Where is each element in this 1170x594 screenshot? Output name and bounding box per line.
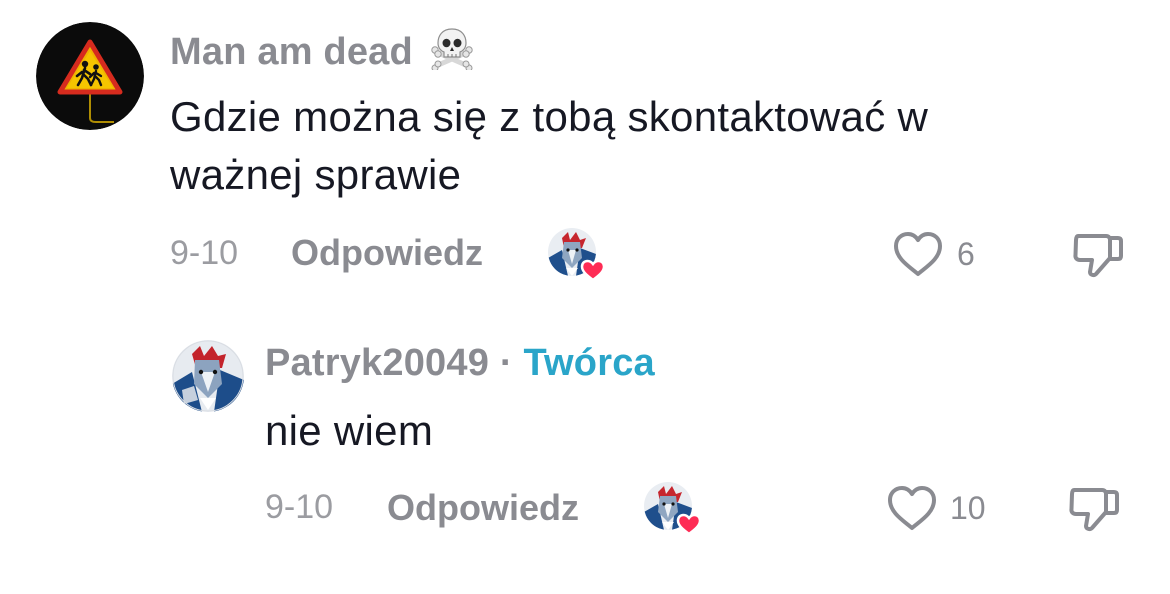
like-count: 10 [950,490,986,526]
heart-outline-icon[interactable] [892,230,944,278]
wolf-avatar-icon [644,482,702,536]
thumbs-down-icon[interactable] [1070,228,1126,280]
comment-text-line: ważnej sprawie [170,151,462,198]
creator-liked-badge [548,228,606,282]
comment-date: 9-10 [170,234,239,272]
avatar-patryk20049[interactable] [172,340,244,412]
comment-text: nie wiem [265,402,433,460]
comment-date: 9-10 [265,488,334,526]
avatar-man-am-dead[interactable] [36,22,144,130]
username-text: Man am dead [170,31,413,73]
reply-button[interactable]: Odpowiedz [387,487,579,529]
comment-text-line: Gdzie można się z tobą skontaktować w [170,93,929,140]
comment-text-line: nie wiem [265,407,434,454]
comment-username[interactable]: Man am dead [170,26,474,74]
wolf-avatar-icon [172,340,244,412]
like-count: 6 [957,236,975,272]
comment-username[interactable]: Patryk20049 · Twórca [265,342,655,385]
thumbs-down-icon[interactable] [1066,482,1122,534]
reply-button[interactable]: Odpowiedz [291,232,483,274]
comment-text: Gdzie można się z tobą skontaktować w wa… [170,88,1070,204]
wolf-avatar-icon [548,228,606,282]
separator-dot: · [499,342,524,384]
creator-badge: Twórca [523,342,655,384]
creator-liked-badge [644,482,702,536]
heart-outline-icon[interactable] [886,484,938,532]
skull-and-crossbones-icon [430,26,474,70]
username-text: Patryk20049 [265,342,490,384]
